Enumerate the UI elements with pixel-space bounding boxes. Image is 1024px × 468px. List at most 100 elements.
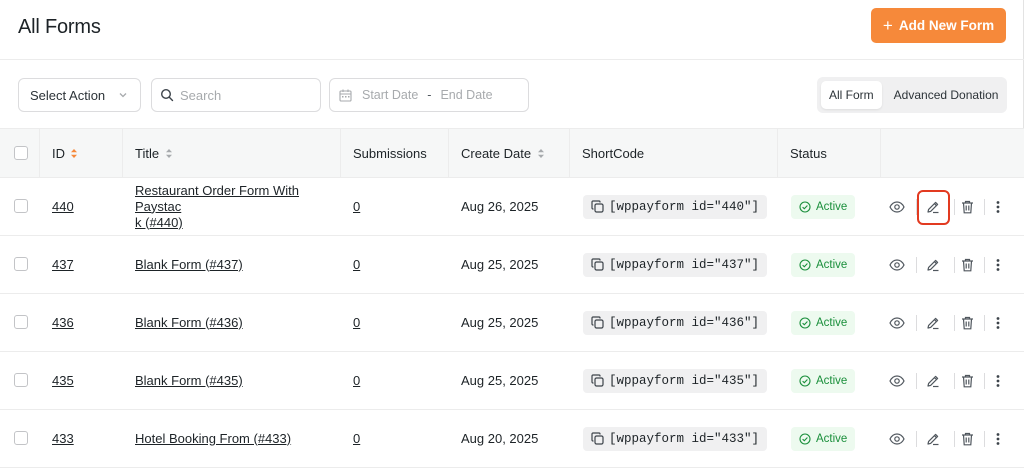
more-vertical-icon: [996, 259, 1000, 271]
delete-button[interactable]: [956, 196, 978, 218]
start-date-input[interactable]: Start Date: [362, 88, 418, 102]
form-title-link[interactable]: Blank Form (#436): [135, 315, 243, 331]
date-cell: Aug 20, 2025: [461, 410, 538, 467]
status-text: Active: [816, 258, 848, 271]
action-divider: [916, 431, 917, 447]
tab-all-form[interactable]: All Form: [821, 81, 882, 109]
end-date-input[interactable]: End Date: [440, 88, 492, 102]
status-cell: Active: [791, 294, 856, 351]
column-shortcode-label: ShortCode: [582, 145, 645, 161]
tab-advanced-donation[interactable]: Advanced Donation: [886, 81, 1007, 109]
form-title-link[interactable]: Restaurant Order Form With Paystac k (#44…: [135, 183, 341, 231]
shortcode-copy[interactable]: [wppayform id="435"]: [583, 368, 768, 393]
search-icon: [160, 88, 174, 102]
trash-icon: [961, 316, 973, 330]
form-id-link[interactable]: 435: [52, 373, 74, 388]
shortcode-copy[interactable]: [wppayform id="433"]: [583, 426, 768, 451]
edit-button[interactable]: [922, 196, 944, 218]
row-actions: [881, 352, 1021, 409]
more-options-button[interactable]: [987, 312, 1009, 334]
action-divider: [954, 373, 955, 389]
view-button[interactable]: [886, 370, 908, 392]
row-checkbox[interactable]: [14, 373, 28, 387]
row-checkbox[interactable]: [14, 315, 28, 329]
delete-button[interactable]: [956, 312, 978, 334]
row-checkbox[interactable]: [14, 257, 28, 271]
trash-icon: [961, 374, 973, 388]
pencil-icon: [927, 375, 939, 388]
delete-button[interactable]: [956, 370, 978, 392]
column-create-date[interactable]: Create Date: [449, 129, 570, 177]
form-id-link[interactable]: 436: [52, 315, 74, 330]
column-title[interactable]: Title: [123, 129, 341, 177]
pencil-icon: [927, 259, 939, 272]
shortcode-cell: [wppayform id="440"]: [583, 178, 768, 235]
check-circle-icon: [799, 374, 811, 387]
row-checkbox[interactable]: [14, 199, 28, 213]
action-divider: [984, 373, 985, 389]
create-date: Aug 26, 2025: [461, 199, 539, 214]
delete-button[interactable]: [956, 254, 978, 276]
view-button[interactable]: [886, 428, 908, 450]
form-id-link[interactable]: 440: [52, 199, 74, 214]
pencil-icon: [927, 317, 939, 330]
create-date: Aug 20, 2025: [461, 431, 539, 446]
submissions-cell: 0: [353, 236, 360, 293]
shortcode-cell: [wppayform id="433"]: [583, 410, 768, 467]
form-title-line1: Restaurant Order Form With Paystac: [135, 182, 299, 214]
view-button[interactable]: [886, 312, 908, 334]
shortcode-copy[interactable]: [wppayform id="436"]: [583, 310, 768, 335]
table-row: 440 Restaurant Order Form With Paystac k …: [0, 178, 1024, 236]
more-options-button[interactable]: [987, 196, 1009, 218]
form-title-link[interactable]: Hotel Booking From (#433): [135, 431, 291, 447]
shortcode-cell: [wppayform id="436"]: [583, 294, 768, 351]
create-date: Aug 25, 2025: [461, 315, 539, 330]
form-id-link[interactable]: 437: [52, 257, 74, 272]
pencil-icon: [927, 201, 939, 214]
date-range-picker[interactable]: Start Date - End Date: [329, 78, 529, 112]
submissions-count-link[interactable]: 0: [353, 257, 360, 272]
form-id-link[interactable]: 433: [52, 431, 74, 446]
submissions-count-link[interactable]: 0: [353, 431, 360, 446]
plus-icon: +: [882, 16, 893, 35]
submissions-count-link[interactable]: 0: [353, 373, 360, 388]
submissions-count-link[interactable]: 0: [353, 199, 360, 214]
edit-button[interactable]: [922, 370, 944, 392]
column-status: Status: [778, 129, 881, 177]
search-input[interactable]: [180, 87, 310, 103]
edit-button[interactable]: [922, 428, 944, 450]
more-options-button[interactable]: [987, 428, 1009, 450]
submissions-count-link[interactable]: 0: [353, 315, 360, 330]
edit-button[interactable]: [922, 312, 944, 334]
form-title-link[interactable]: Blank Form (#435): [135, 373, 243, 389]
more-vertical-icon: [996, 317, 1000, 329]
title-cell: Hotel Booking From (#433): [135, 410, 341, 467]
copy-icon: [591, 316, 604, 329]
more-vertical-icon: [996, 201, 1000, 213]
column-id-label: ID: [52, 145, 65, 161]
status-badge: Active: [791, 310, 856, 335]
view-button[interactable]: [886, 254, 908, 276]
eye-icon: [889, 201, 905, 213]
more-options-button[interactable]: [987, 370, 1009, 392]
row-checkbox[interactable]: [14, 431, 28, 445]
delete-button[interactable]: [956, 428, 978, 450]
title-cell: Blank Form (#436): [135, 294, 341, 351]
column-id[interactable]: ID: [40, 129, 123, 177]
action-divider: [916, 257, 917, 273]
form-title-link[interactable]: Blank Form (#437): [135, 257, 243, 273]
status-badge: Active: [791, 426, 856, 451]
select-all-checkbox[interactable]: [14, 146, 28, 160]
shortcode-copy[interactable]: [wppayform id="440"]: [583, 194, 768, 219]
edit-button[interactable]: [922, 254, 944, 276]
more-vertical-icon: [996, 375, 1000, 387]
shortcode-copy[interactable]: [wppayform id="437"]: [583, 252, 768, 277]
status-badge: Active: [791, 368, 856, 393]
more-options-button[interactable]: [987, 254, 1009, 276]
column-create-date-label: Create Date: [461, 145, 532, 161]
title-cell: Blank Form (#435): [135, 352, 341, 409]
bulk-action-select[interactable]: Select Action: [18, 78, 141, 112]
add-new-form-button[interactable]: + Add New Form: [871, 8, 1006, 43]
copy-icon: [591, 200, 604, 213]
view-button[interactable]: [886, 196, 908, 218]
